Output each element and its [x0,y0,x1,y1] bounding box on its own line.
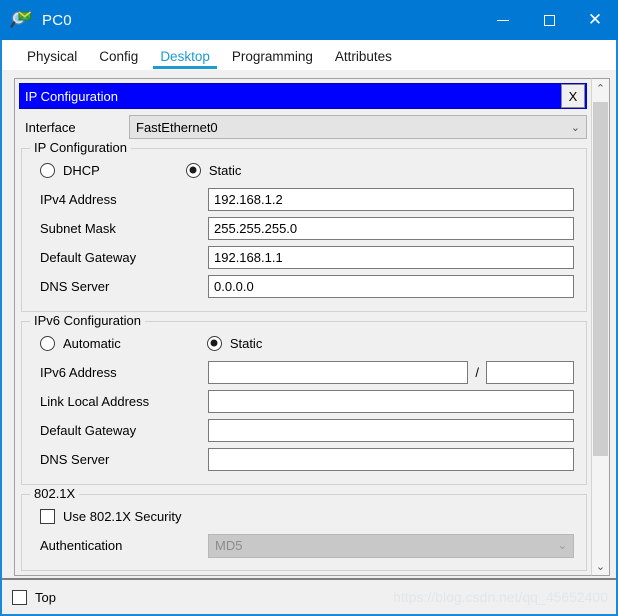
packet-tracer-magnifier-icon [10,9,32,31]
scroll-down-arrow-icon[interactable]: ⌄ [592,557,609,575]
minimize-icon [497,19,509,21]
authentication-select: MD5 ⌄ [208,533,574,558]
chevron-down-icon: ⌄ [557,540,567,552]
ipv4-dns-server-input[interactable]: 0.0.0.0 [208,275,574,298]
radio-ipv6-static[interactable]: Static [206,335,263,351]
chevron-down-icon: ⌄ [570,121,580,134]
radio-ipv6-automatic[interactable]: Automatic [40,335,121,351]
close-icon: ✕ [587,9,603,30]
radio-ipv4-static-label: Static [208,162,242,178]
radio-ipv4-static[interactable]: Static [185,162,242,178]
top-checkbox[interactable]: Top [12,589,56,605]
ip-configuration-panel: IP Configuration X Interface FastEtherne… [14,78,591,576]
scrollbar-track[interactable] [592,97,609,557]
radio-ipv6-automatic-label: Automatic [63,335,121,351]
tab-programming[interactable]: Programming [221,49,324,69]
ipv6-default-gateway-label: Default Gateway [40,423,137,438]
ipv6-prefix-length-input[interactable] [486,361,574,384]
close-button[interactable]: ✕ [572,0,618,40]
interface-value: FastEthernet0 [136,119,218,135]
ipv4-address-input[interactable]: 192.168.1.2 [208,188,574,211]
checkbox-icon [40,508,55,524]
radio-ipv6-static-label: Static [229,335,263,351]
use-dot1x-security-label: Use 802.1X Security [63,508,182,524]
authentication-value: MD5 [215,538,243,553]
desktop-content-area: IP Configuration X Interface FastEtherne… [2,70,616,576]
window-title: PC0 [42,11,72,29]
ipv6-configuration-group: IPv6 Configuration Automatic Static IPv6… [21,313,587,485]
dot1x-group: 802.1X Use 802.1X Security Authenticatio… [21,486,587,571]
watermark-text: https://blog.csdn.net/qq_45652400 [393,589,608,605]
ipv6-address-label: IPv6 Address [40,365,117,380]
subnet-mask-label: Subnet Mask [40,221,116,236]
tab-desktop[interactable]: Desktop [149,49,221,69]
dialog-title: IP Configuration [25,88,118,104]
tab-physical[interactable]: Physical [16,49,88,69]
authentication-label: Authentication [40,538,123,553]
dialog-header: IP Configuration X [19,83,587,109]
dot1x-group-title: 802.1X [30,486,80,501]
ipv4-dns-server-label: DNS Server [40,279,110,294]
ipv4-address-row: IPv4 Address 192.168.1.2 [30,185,578,214]
ipv4-mode-row: DHCP Static [30,155,578,185]
radio-dhcp-icon [40,162,55,178]
scroll-up-arrow-icon[interactable]: ⌃ [592,79,609,97]
link-local-address-input[interactable] [208,390,574,413]
radio-ipv6-automatic-icon [40,335,55,351]
ipv6-prefix-separator: / [475,365,479,380]
link-local-address-row: Link Local Address [30,387,578,416]
checkbox-icon [12,589,27,605]
interface-label: Interface [25,119,76,135]
tab-config[interactable]: Config [88,49,149,69]
authentication-row: Authentication MD5 ⌄ [30,531,578,560]
pc-config-window: PC0 ✕ Physical Config Desktop Programmin… [0,0,618,616]
interface-select[interactable]: FastEthernet0 ⌄ [129,115,587,139]
radio-dhcp[interactable]: DHCP [40,162,100,178]
radio-ipv4-static-icon [185,162,201,178]
minimize-button[interactable] [480,0,526,40]
subnet-mask-row: Subnet Mask 255.255.255.0 [30,214,578,243]
ipv6-dns-server-row: DNS Server [30,445,578,474]
title-bar: PC0 ✕ [0,0,618,40]
maximize-icon [543,14,555,26]
interface-row: Interface FastEthernet0 ⌄ [19,115,587,139]
ipv4-address-label: IPv4 Address [40,192,117,207]
ipv6-address-row: IPv6 Address / [30,358,578,387]
ipv6-default-gateway-row: Default Gateway [30,416,578,445]
ipv6-dns-server-input[interactable] [208,448,574,471]
ipv4-group-title: IP Configuration [30,140,131,155]
ipv6-group-title: IPv6 Configuration [30,313,145,328]
ipv4-dns-server-row: DNS Server 0.0.0.0 [30,272,578,301]
tab-bar: Physical Config Desktop Programming Attr… [2,40,616,70]
ipv4-default-gateway-input[interactable]: 192.168.1.1 [208,246,574,269]
radio-dhcp-label: DHCP [63,162,100,178]
link-local-address-label: Link Local Address [40,394,150,409]
ipv4-default-gateway-label: Default Gateway [40,250,137,265]
maximize-button[interactable] [526,0,572,40]
dialog-close-button[interactable]: X [561,84,585,108]
bottom-bar: Top https://blog.csdn.net/qq_45652400 [2,578,616,614]
ipv6-dns-server-label: DNS Server [40,452,110,467]
use-dot1x-security-checkbox[interactable]: Use 802.1X Security [30,501,578,531]
ipv4-configuration-group: IP Configuration DHCP Static IPv4 Addres… [21,140,587,312]
tab-attributes[interactable]: Attributes [324,49,403,69]
subnet-mask-input[interactable]: 255.255.255.0 [208,217,574,240]
ipv6-default-gateway-input[interactable] [208,419,574,442]
scrollbar-thumb[interactable] [593,101,608,456]
window-controls: ✕ [480,0,618,40]
top-checkbox-label: Top [35,589,56,605]
ipv6-address-input[interactable] [208,361,469,384]
radio-ipv6-static-icon [206,335,222,351]
ipv4-default-gateway-row: Default Gateway 192.168.1.1 [30,243,578,272]
ipv6-mode-row: Automatic Static [30,328,578,358]
vertical-scrollbar[interactable]: ⌃ ⌄ [591,78,610,576]
